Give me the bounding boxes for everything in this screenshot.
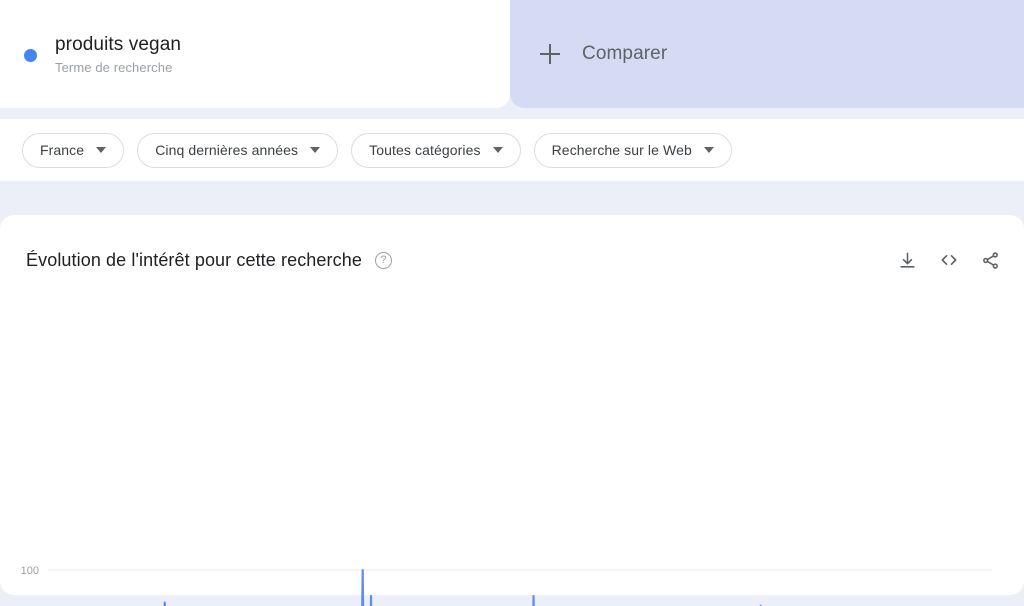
filter-chip-label: Cinq dernières années — [155, 142, 299, 158]
search-term-subtitle: Terme de recherche — [55, 59, 173, 75]
search-terms-row: produits vegan Terme de recherche Compar… — [0, 0, 1024, 110]
chart-title-wrap: Évolution de l'intérêt pour cette recher… — [26, 250, 392, 271]
search-term-text: produits vegan Terme de recherche — [55, 34, 181, 75]
chevron-down-icon — [96, 147, 107, 153]
share-icon[interactable] — [981, 251, 1000, 270]
filter-chip-timerange[interactable]: Cinq dernières années — [137, 132, 339, 168]
trends-page: produits vegan Terme de recherche Compar… — [0, 0, 1024, 606]
chevron-down-icon — [703, 147, 714, 153]
search-term-card[interactable]: produits vegan Terme de recherche — [0, 0, 510, 108]
help-circle-icon[interactable]: ? — [374, 251, 392, 269]
filter-chip-label: Toutes catégories — [369, 142, 481, 158]
interest-over-time-chart: 255075100Remarque19 janv. 20…25 juil. 20… — [0, 545, 1024, 606]
series-color-dot — [24, 48, 37, 62]
chevron-down-icon — [310, 147, 321, 153]
chart-actions — [898, 250, 1000, 270]
y-axis-tick-label: 100 — [21, 565, 39, 577]
embed-code-icon[interactable] — [939, 250, 959, 270]
download-icon[interactable] — [898, 251, 917, 270]
compare-card[interactable]: Comparer — [510, 0, 1024, 108]
compare-label: Comparer — [582, 43, 668, 64]
filter-chip-label: Recherche sur le Web — [551, 142, 692, 158]
plus-icon — [540, 44, 560, 64]
chart-header: Évolution de l'intérêt pour cette recher… — [26, 243, 1000, 277]
chart-title: Évolution de l'intérêt pour cette recher… — [26, 249, 362, 270]
interest-over-time-card: Évolution de l'intérêt pour cette recher… — [0, 215, 1024, 606]
chart-svg: 255075100Remarque19 janv. 20…25 juil. 20… — [21, 565, 992, 606]
search-term-title: produits vegan — [55, 33, 182, 55]
chevron-down-icon — [492, 147, 503, 153]
filter-chip-location[interactable]: France — [22, 132, 125, 168]
filter-chip-label: France — [40, 142, 85, 158]
filter-bar: France Cinq dernières années Toutes caté… — [0, 119, 1024, 181]
series-line-produits-vegan[interactable] — [48, 568, 992, 606]
filter-chip-category[interactable]: Toutes catégories — [351, 132, 521, 168]
filter-chip-search-type[interactable]: Recherche sur le Web — [533, 132, 732, 168]
